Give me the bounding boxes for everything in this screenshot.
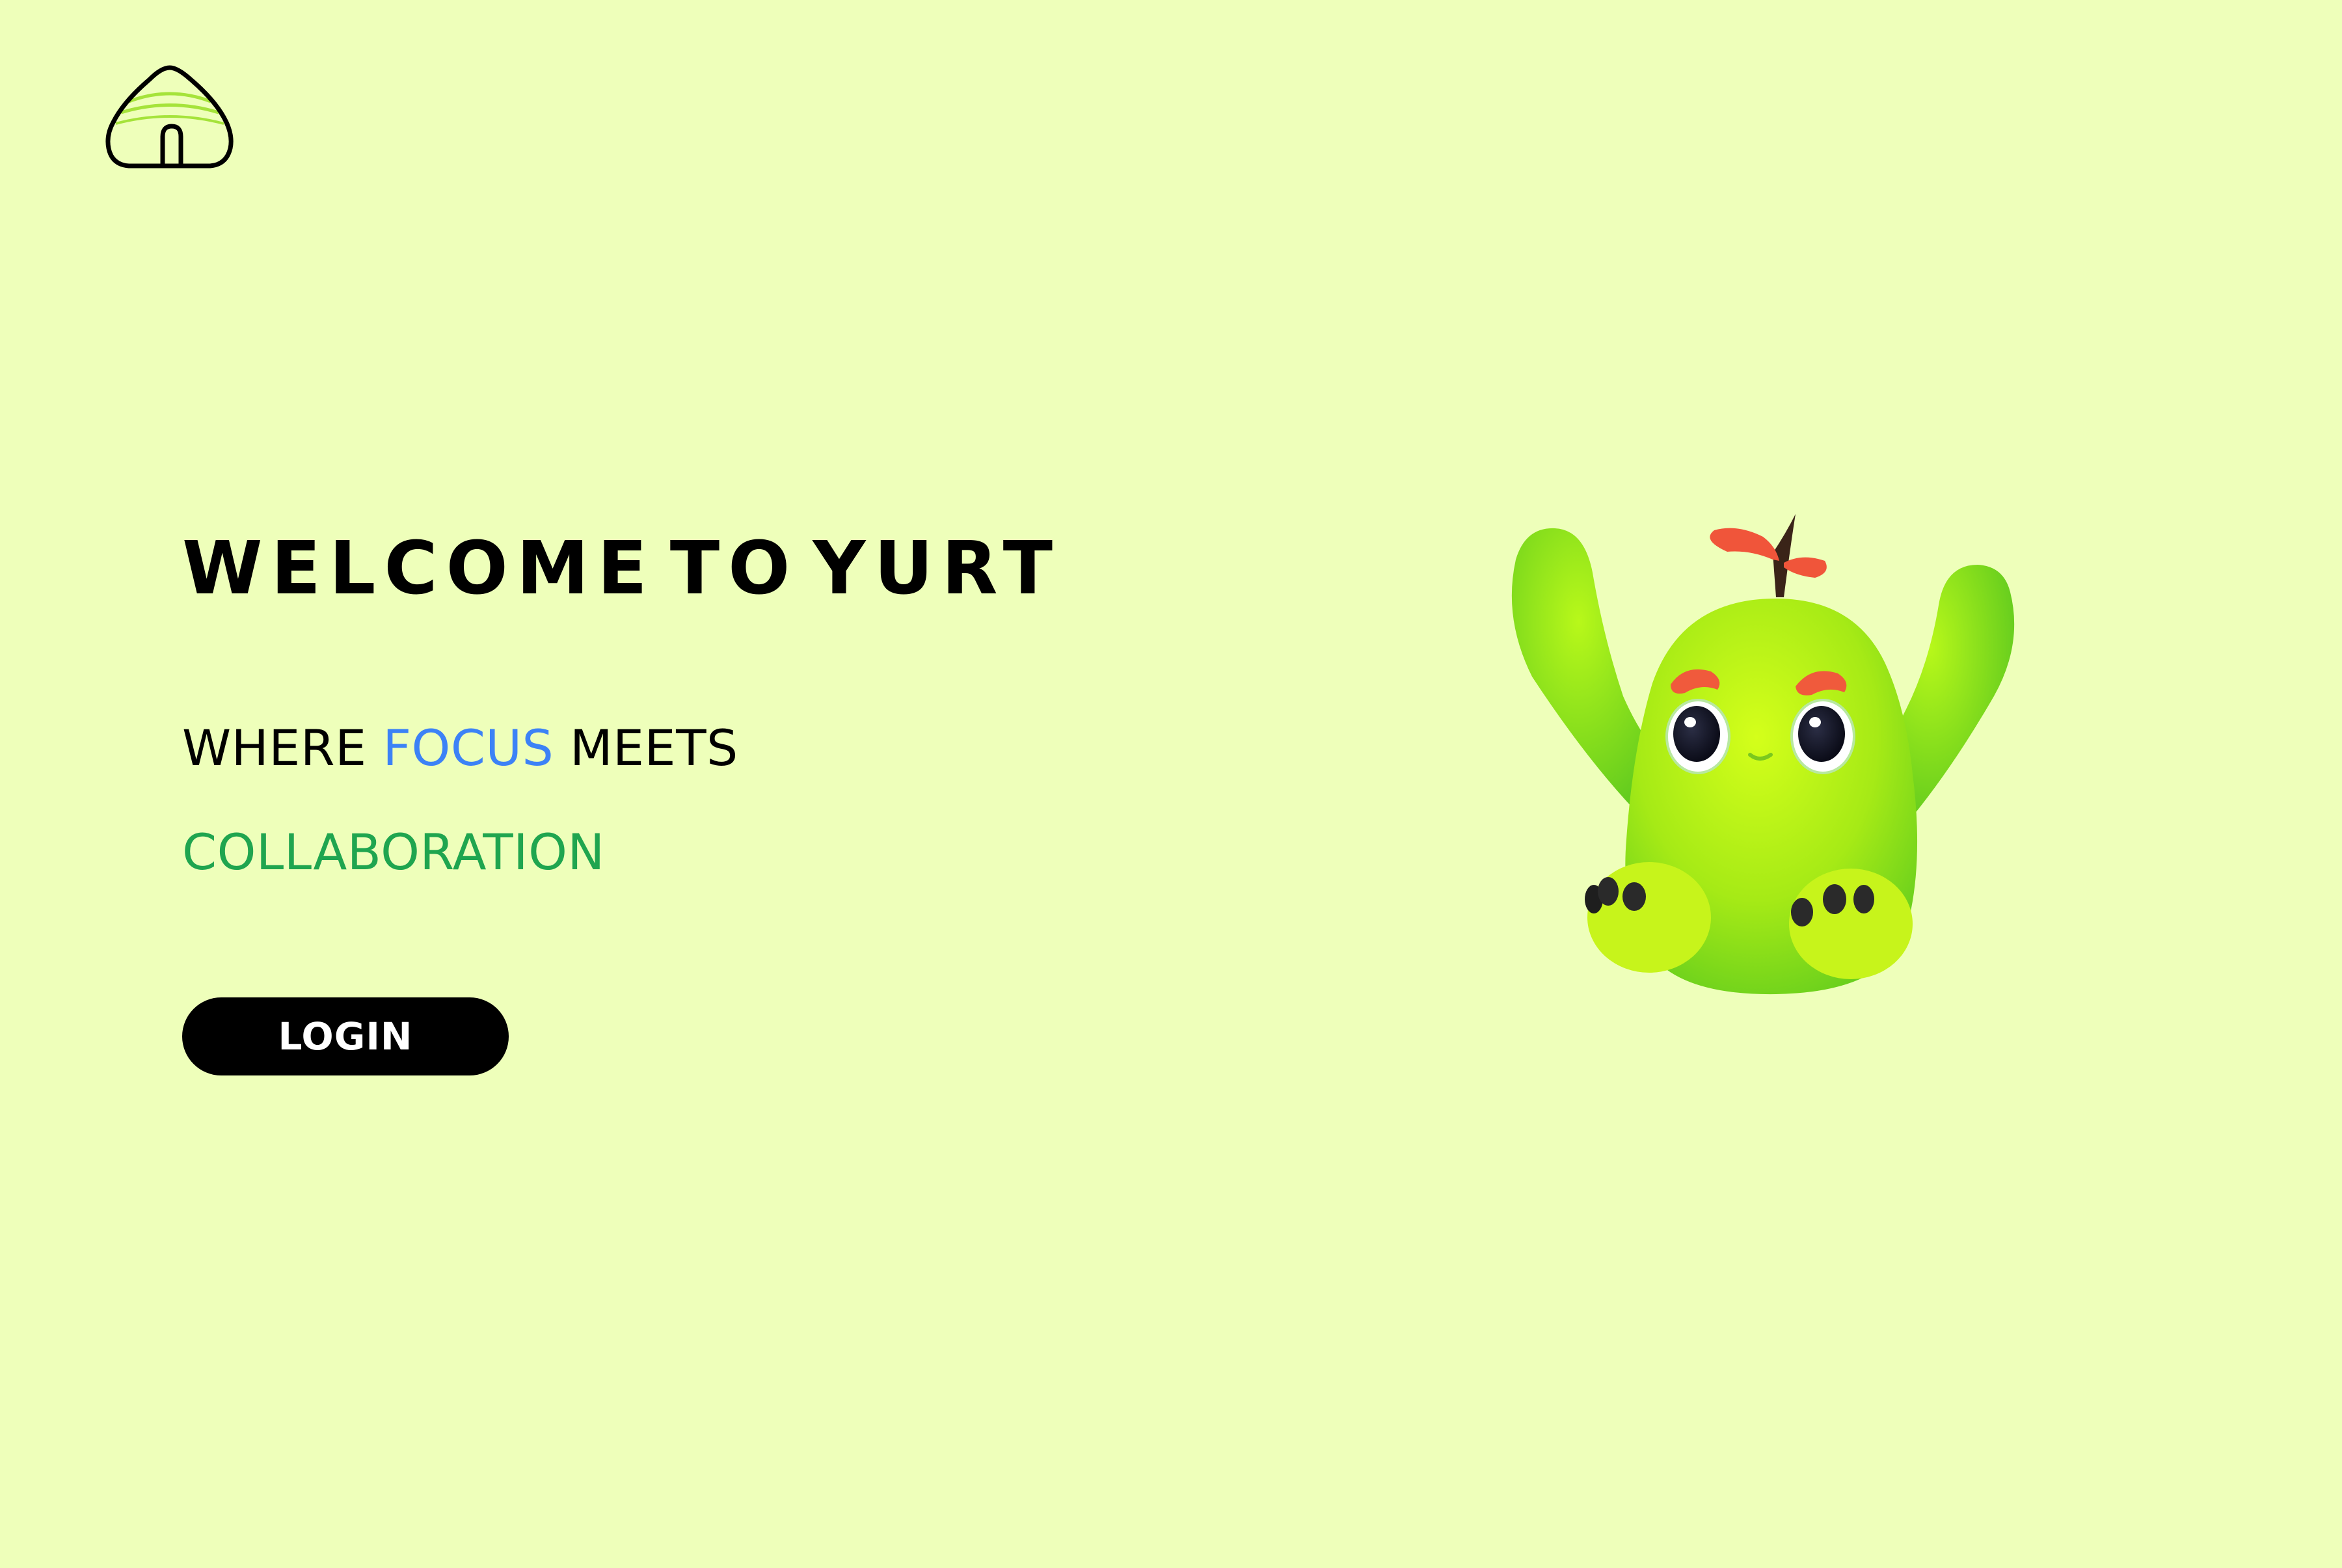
- tagline-text-meets: MEETS: [554, 719, 738, 777]
- login-button[interactable]: LOGIN: [182, 997, 509, 1075]
- tagline-line-1: WHERE FOCUS MEETS: [182, 723, 738, 773]
- mascot-icon: [1490, 501, 2056, 1008]
- welcome-title: WELCOME TO YURT: [182, 526, 1062, 611]
- yurt-logo-icon[interactable]: [103, 64, 237, 170]
- tagline-collaboration: COLLABORATION: [182, 823, 605, 881]
- tagline-text: WHERE: [182, 719, 383, 777]
- tagline-focus-accent: FOCUS: [383, 719, 554, 777]
